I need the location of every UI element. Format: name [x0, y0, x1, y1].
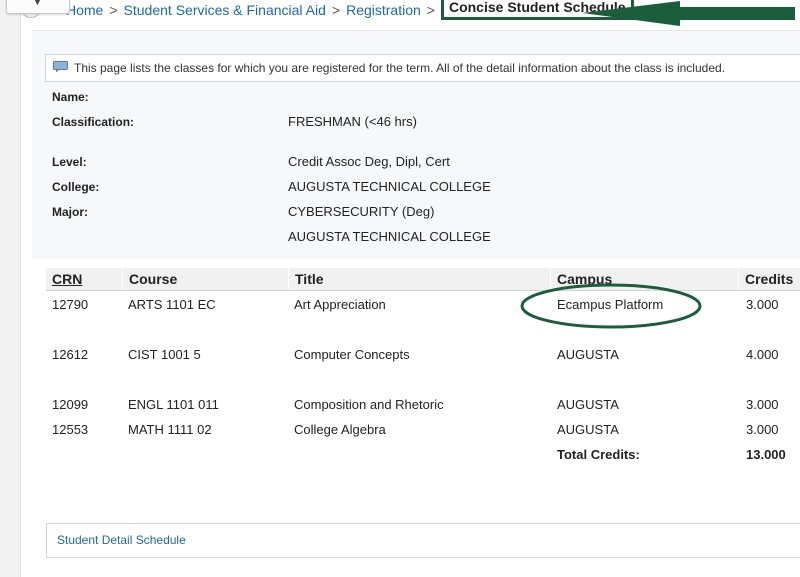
row-credits: 3.000: [746, 297, 779, 312]
major-value: CYBERSECURITY (Deg): [288, 204, 435, 219]
total-credits-value: 13.000: [746, 447, 786, 462]
level-value: Credit Assoc Deg, Dipl, Cert: [288, 154, 450, 169]
info-message-text: This page lists the classes for which yo…: [74, 61, 725, 75]
header-course: Course: [122, 268, 288, 290]
row-course: ARTS 1101 EC: [128, 297, 216, 312]
annotation-arrow: [582, 1, 795, 26]
college-label: College:: [52, 180, 100, 194]
level-label: Level:: [52, 155, 87, 169]
breadcrumb-separator: >: [109, 2, 118, 18]
detail-schedule-box: Student Detail Schedule: [46, 523, 800, 558]
left-rail: [0, 0, 21, 577]
row-title: Art Appreciation: [294, 297, 386, 312]
name-label: Name:: [52, 90, 89, 104]
classification-label: Classification:: [52, 115, 135, 129]
college-value: AUGUSTA TECHNICAL COLLEGE: [288, 179, 491, 194]
breadcrumb: Home > Student Services & Financial Aid > Re…: [66, 0, 634, 20]
row-campus: AUGUSTA: [557, 422, 619, 437]
row-credits: 4.000: [746, 347, 779, 362]
row-course: CIST 1001 5: [128, 347, 201, 362]
major-college-value: AUGUSTA TECHNICAL COLLEGE: [288, 229, 491, 244]
header-title: Title: [288, 268, 550, 290]
breadcrumb-registration[interactable]: Registration: [346, 2, 421, 18]
breadcrumb-separator: >: [426, 2, 435, 18]
total-credits-label: Total Credits:: [557, 447, 640, 462]
breadcrumb-student-services[interactable]: Student Services & Financial Aid: [124, 2, 326, 18]
header-credits: Credits: [738, 268, 800, 290]
annotation-oval: [520, 283, 702, 329]
row-crn: 12099: [52, 397, 89, 412]
speech-bubble-icon: [53, 56, 68, 82]
row-credits: 3.000: [746, 422, 779, 437]
row-crn: 12612: [52, 347, 89, 362]
header-crn[interactable]: CRN: [46, 268, 122, 290]
row-course: MATH 1111 02: [128, 422, 212, 437]
row-campus: AUGUSTA: [557, 347, 619, 362]
row-crn: 12790: [52, 297, 89, 312]
menu-dropdown[interactable]: ▼: [6, 0, 70, 14]
breadcrumb-separator: >: [331, 2, 341, 18]
row-crn: 12553: [52, 422, 89, 437]
row-course: ENGL 1101 011: [128, 397, 219, 412]
row-title: College Algebra: [294, 422, 386, 437]
row-campus: AUGUSTA: [557, 397, 619, 412]
student-detail-schedule-link[interactable]: Student Detail Schedule: [57, 533, 186, 547]
classification-value: FRESHMAN (<46 hrs): [288, 114, 417, 129]
row-title: Computer Concepts: [294, 347, 410, 362]
chevron-down-icon: ▼: [33, 0, 42, 7]
row-title: Composition and Rhetoric: [294, 397, 444, 412]
major-label: Major:: [52, 205, 88, 219]
info-message: This page lists the classes for which yo…: [45, 54, 800, 82]
breadcrumb-home[interactable]: Home: [66, 2, 103, 18]
row-credits: 3.000: [746, 397, 779, 412]
